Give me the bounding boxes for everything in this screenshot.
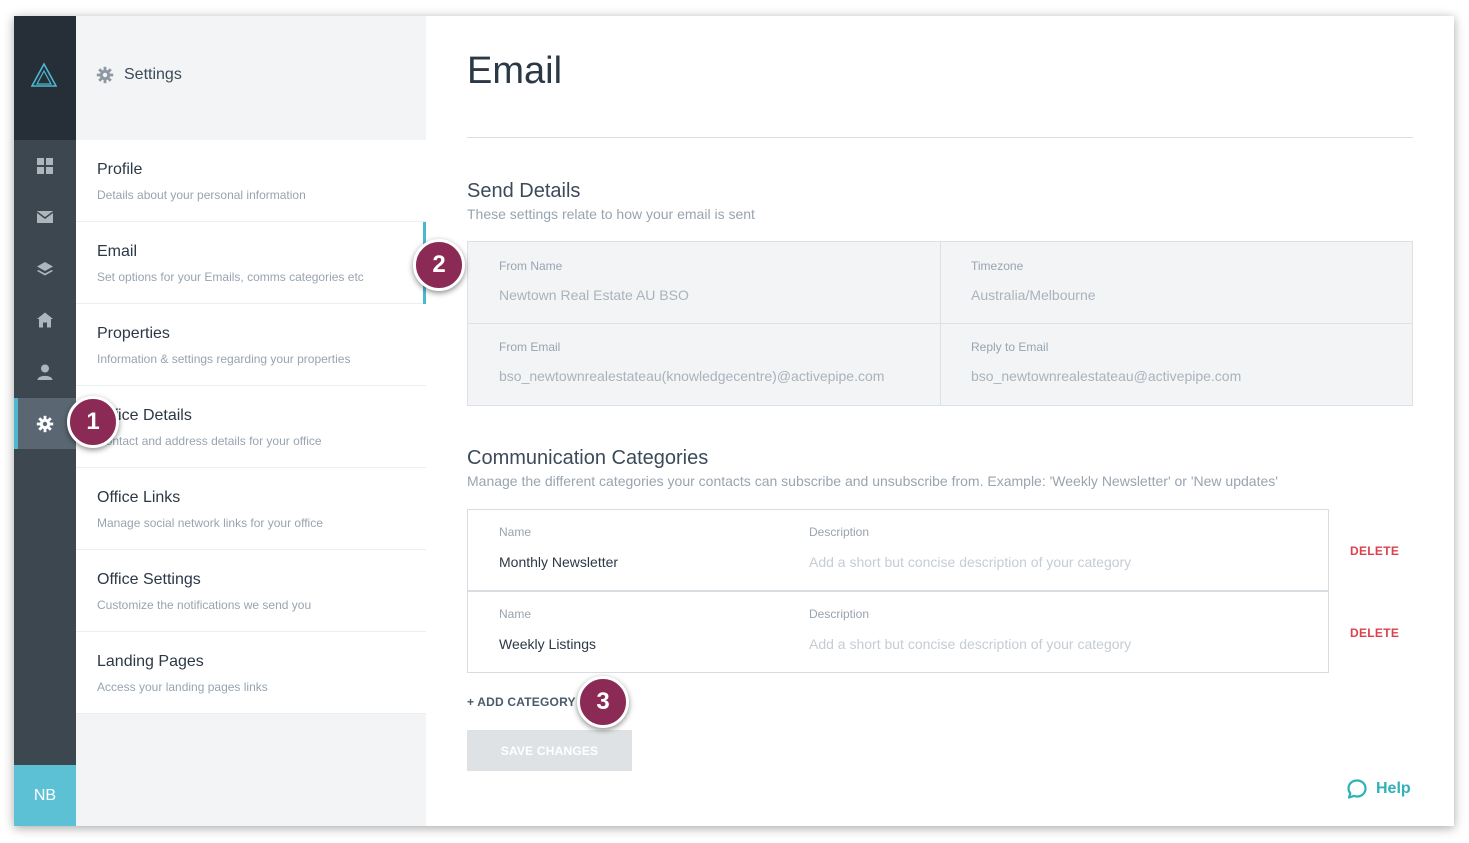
menu-item-subtitle: Manage social network links for your off… — [97, 516, 323, 530]
field-value: bso_newtownrealestateau(knowledgecentre)… — [499, 368, 885, 384]
callout-badge: 2 — [413, 239, 465, 291]
menu-item-email[interactable]: Email Set options for your Emails, comms… — [76, 222, 426, 304]
callout-badge: 3 — [577, 676, 629, 728]
category-name-input[interactable]: Weekly Listings — [499, 636, 596, 652]
menu-item-profile[interactable]: Profile Details about your personal info… — [76, 140, 426, 222]
user-avatar[interactable]: NB — [14, 765, 76, 826]
callout-badge: 1 — [67, 396, 119, 448]
field-label: From Email — [499, 340, 561, 354]
categories-title: Communication Categories — [467, 447, 709, 469]
menu-item-subtitle: Contact and address details for your off… — [97, 434, 322, 448]
menu-item-landing-pages[interactable]: Landing Pages Access your landing pages … — [76, 632, 426, 714]
menu-item-office-settings[interactable]: Office Settings Customize the notificati… — [76, 550, 426, 632]
reply-email-field[interactable]: Reply to Email bso_newtownrealestateau@a… — [940, 323, 1413, 405]
delete-category-button[interactable]: DELETE — [1350, 544, 1399, 558]
menu-item-subtitle: Access your landing pages links — [97, 680, 268, 694]
gear-icon — [96, 66, 114, 84]
dashboard-icon — [37, 157, 53, 174]
menu-item-title: Profile — [97, 161, 143, 178]
sidebar-title: Settings — [124, 66, 182, 83]
field-value: Newtown Real Estate AU BSO — [499, 287, 689, 303]
send-details-title: Send Details — [467, 180, 581, 202]
timezone-field[interactable]: Timezone Australia/Melbourne — [940, 242, 1413, 324]
field-value: bso_newtownrealestateau@activepipe.com — [971, 368, 1242, 384]
help-label: Help — [1376, 780, 1411, 797]
from-email-field[interactable]: From Email bso_newtownrealestateau(knowl… — [468, 323, 941, 405]
save-changes-button[interactable]: SAVE CHANGES — [467, 730, 632, 771]
menu-item-properties[interactable]: Properties Information & settings regard… — [76, 304, 426, 386]
menu-item-subtitle: Information & settings regarding your pr… — [97, 352, 351, 366]
sidebar-header: Settings — [96, 66, 182, 84]
chat-bubble-icon — [1347, 779, 1367, 799]
person-icon — [37, 364, 53, 380]
menu-item-title: Office Links — [97, 489, 181, 506]
mail-icon — [36, 210, 54, 223]
field-value: Australia/Melbourne — [971, 287, 1096, 303]
menu-item-title: Landing Pages — [97, 653, 204, 670]
rail-dashboard-button[interactable] — [14, 140, 76, 191]
settings-sidebar: Settings Profile Details about your pers… — [76, 16, 426, 826]
delete-category-button[interactable]: DELETE — [1350, 626, 1399, 640]
menu-item-title: Email — [97, 243, 138, 260]
category-row: Name Monthly Newsletter Description Add … — [467, 509, 1329, 591]
layers-icon — [37, 261, 53, 275]
category-row: Name Weekly Listings Description Add a s… — [467, 591, 1329, 673]
help-button[interactable]: Help — [1346, 778, 1411, 800]
send-details-grid: From Name Newtown Real Estate AU BSO Tim… — [467, 241, 1413, 406]
page-title: Email — [467, 50, 563, 92]
category-name-input[interactable]: Monthly Newsletter — [499, 554, 618, 570]
rail-header — [14, 16, 76, 140]
rail-layers-button[interactable] — [14, 243, 76, 294]
field-label: Timezone — [971, 259, 1024, 273]
title-divider — [467, 137, 1413, 138]
menu-item-subtitle: Set options for your Emails, comms categ… — [97, 270, 364, 284]
categories-subtitle: Manage the different categories your con… — [467, 473, 1278, 489]
rail-contacts-button[interactable] — [14, 346, 76, 397]
menu-item-office-links[interactable]: Office Links Manage social network links… — [76, 468, 426, 550]
menu-item-subtitle: Details about your personal information — [97, 188, 306, 202]
category-description-input[interactable]: Add a short but concise description of y… — [809, 554, 1131, 570]
menu-item-title: Properties — [97, 325, 170, 342]
description-label: Description — [809, 607, 870, 621]
rail-mail-button[interactable] — [14, 191, 76, 242]
menu-item-title: Office Settings — [97, 571, 201, 588]
rail-home-button[interactable] — [14, 294, 76, 345]
field-label: Reply to Email — [971, 340, 1049, 354]
add-category-button[interactable]: + ADD CATEGORY — [467, 695, 576, 709]
home-icon — [37, 312, 53, 327]
field-label: From Name — [499, 259, 563, 273]
logo-icon[interactable] — [30, 62, 58, 88]
name-label: Name — [499, 525, 532, 539]
gear-icon — [36, 415, 54, 432]
settings-menu: Profile Details about your personal info… — [76, 140, 426, 714]
from-name-field[interactable]: From Name Newtown Real Estate AU BSO — [468, 242, 941, 324]
app-window: NB Settings Profile Details about your p… — [14, 16, 1454, 826]
description-label: Description — [809, 525, 870, 539]
send-details-subtitle: These settings relate to how your email … — [467, 206, 755, 222]
menu-item-office-details[interactable]: Office Details Contact and address detai… — [76, 386, 426, 468]
category-description-input[interactable]: Add a short but concise description of y… — [809, 636, 1131, 652]
name-label: Name — [499, 607, 532, 621]
menu-item-subtitle: Customize the notifications we send you — [97, 598, 312, 612]
grid-divider — [468, 323, 1412, 324]
